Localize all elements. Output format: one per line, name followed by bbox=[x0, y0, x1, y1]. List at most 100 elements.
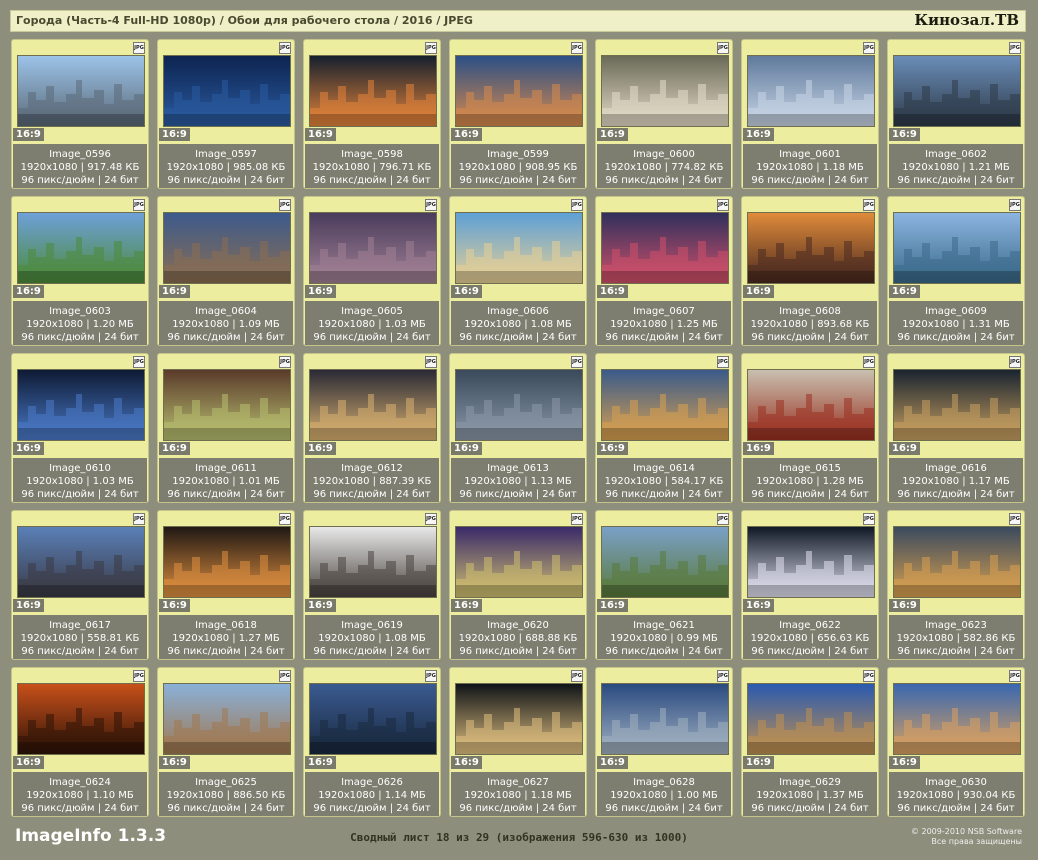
thumbnail-tile[interactable]: JPG 16:9 Image_0623 1920x1080 | 582.86 КБ 96… bbox=[887, 510, 1025, 660]
thumbnail-tile[interactable]: JPG 16:9 Image_0597 1920x1080 | 985.08 КБ 96… bbox=[157, 39, 295, 189]
thumbnail-image[interactable] bbox=[163, 526, 291, 598]
thumbnail-image[interactable] bbox=[747, 526, 875, 598]
thumbnail-tile[interactable]: JPG 16:9 Image_0630 1920x1080 | 930.04 КБ 96… bbox=[887, 667, 1025, 817]
thumbnail-tile[interactable]: JPG 16:9 Image_0628 1920x1080 | 1.00 МБ 96 п… bbox=[595, 667, 733, 817]
thumbnail-tile[interactable]: JPG 16:9 Image_0600 1920x1080 | 774.82 КБ 96… bbox=[595, 39, 733, 189]
thumbnail-tile[interactable]: JPG 16:9 Image_0620 1920x1080 | 688.88 КБ 96… bbox=[449, 510, 587, 660]
thumbnail-image[interactable] bbox=[893, 55, 1021, 127]
image-dpi: 96 пикс/дюйм | 24 бит bbox=[21, 803, 139, 814]
thumbnail-image[interactable] bbox=[455, 683, 583, 755]
thumbnail-image[interactable] bbox=[601, 55, 729, 127]
image-dimensions: 1920x1080 | 1.09 МБ bbox=[172, 319, 280, 330]
image-dpi: 96 пикс/дюйм | 24 бит bbox=[167, 646, 285, 657]
thumbnail-image[interactable] bbox=[747, 55, 875, 127]
thumbnail-tile[interactable]: JPG 16:9 Image_0599 1920x1080 | 908.95 КБ 96… bbox=[449, 39, 587, 189]
thumbnail-tile[interactable]: JPG 16:9 Image_0616 1920x1080 | 1.17 МБ 96 п… bbox=[887, 353, 1025, 503]
thumbnail-image[interactable] bbox=[17, 683, 145, 755]
image-dpi: 96 пикс/дюйм | 24 бит bbox=[751, 803, 869, 814]
thumbnail-image[interactable] bbox=[747, 212, 875, 284]
thumbnail-tile[interactable]: JPG 16:9 Image_0603 1920x1080 | 1.20 МБ 96 п… bbox=[11, 196, 149, 346]
thumbnail-image[interactable] bbox=[309, 369, 437, 441]
thumbnail-tile[interactable]: JPG 16:9 Image_0621 1920x1080 | 0.99 МБ 96 п… bbox=[595, 510, 733, 660]
thumbnail-tile[interactable]: JPG 16:9 Image_0625 1920x1080 | 886.50 КБ 96… bbox=[157, 667, 295, 817]
thumbnail-tile[interactable]: JPG 16:9 Image_0617 1920x1080 | 558.81 КБ 96… bbox=[11, 510, 149, 660]
thumbnail-tile[interactable]: JPG 16:9 Image_0604 1920x1080 | 1.09 МБ 96 п… bbox=[157, 196, 295, 346]
thumbnail-image[interactable] bbox=[17, 55, 145, 127]
aspect-ratio-badge: 16:9 bbox=[743, 599, 774, 612]
thumbnail-tile[interactable]: JPG 16:9 Image_0627 1920x1080 | 1.18 МБ 96 п… bbox=[449, 667, 587, 817]
thumbnail-tile[interactable]: JPG 16:9 Image_0598 1920x1080 | 796.71 КБ 96… bbox=[303, 39, 441, 189]
thumbnail-image[interactable] bbox=[455, 55, 583, 127]
thumbnail-image[interactable] bbox=[163, 683, 291, 755]
thumbnail-village-clouds-picture bbox=[602, 527, 728, 597]
thumbnail-tile[interactable]: JPG 16:9 Image_0613 1920x1080 | 1.13 МБ 96 п… bbox=[449, 353, 587, 503]
thumbnail-tile[interactable]: JPG 16:9 Image_0607 1920x1080 | 1.25 МБ 96 п… bbox=[595, 196, 733, 346]
thumbnail-street-night-picture bbox=[164, 527, 290, 597]
thumbnail-image[interactable] bbox=[747, 683, 875, 755]
thumbnail-tile[interactable]: JPG 16:9 Image_0606 1920x1080 | 1.08 МБ 96 п… bbox=[449, 196, 587, 346]
thumbnail-image[interactable] bbox=[163, 212, 291, 284]
thumbnail-image[interactable] bbox=[17, 526, 145, 598]
thumbnail-image[interactable] bbox=[455, 212, 583, 284]
thumbnail-image[interactable] bbox=[17, 212, 145, 284]
image-name: Image_0618 bbox=[195, 620, 257, 631]
thumbnail-image[interactable] bbox=[893, 526, 1021, 598]
thumbnail-image[interactable] bbox=[455, 526, 583, 598]
thumbnail-tile[interactable]: JPG 16:9 Image_0624 1920x1080 | 1.10 МБ 96 п… bbox=[11, 667, 149, 817]
aspect-ratio-badge: 16:9 bbox=[159, 599, 190, 612]
thumbnail-image[interactable] bbox=[309, 212, 437, 284]
thumbnail-tile[interactable]: JPG 16:9 Image_0618 1920x1080 | 1.27 МБ 96 п… bbox=[157, 510, 295, 660]
thumbnail-tile[interactable]: JPG 16:9 Image_0629 1920x1080 | 1.37 МБ 96 п… bbox=[741, 667, 879, 817]
thumbnail-image[interactable] bbox=[309, 55, 437, 127]
thumbnail-tile[interactable]: JPG 16:9 Image_0610 1920x1080 | 1.03 МБ 96 п… bbox=[11, 353, 149, 503]
thumbnail-image[interactable] bbox=[601, 526, 729, 598]
thumbnail-waterfront-picture bbox=[894, 213, 1020, 283]
thumbnail-tile[interactable]: JPG 16:9 Image_0626 1920x1080 | 1.14 МБ 96 п… bbox=[303, 667, 441, 817]
thumbnail-image[interactable] bbox=[163, 369, 291, 441]
thumbnail-image[interactable] bbox=[17, 369, 145, 441]
thumbnail-image[interactable] bbox=[601, 683, 729, 755]
image-info: Image_0604 1920x1080 | 1.09 МБ 96 пикс/дюй… bbox=[159, 301, 293, 345]
image-dpi: 96 пикс/дюйм | 24 бит bbox=[897, 332, 1015, 343]
image-dimensions: 1920x1080 | 1.17 МБ bbox=[902, 476, 1010, 487]
thumbnail-image[interactable] bbox=[309, 526, 437, 598]
thumbnail-tile[interactable]: JPG 16:9 Image_0596 1920x1080 | 917.48 КБ 96… bbox=[11, 39, 149, 189]
thumbnail-tile[interactable]: JPG 16:9 Image_0601 1920x1080 | 1.18 МБ 96 п… bbox=[741, 39, 879, 189]
thumbnail-image[interactable] bbox=[893, 683, 1021, 755]
aspect-ratio-badge: 16:9 bbox=[13, 128, 44, 141]
thumbnail-tile[interactable]: JPG 16:9 Image_0619 1920x1080 | 1.08 МБ 96 п… bbox=[303, 510, 441, 660]
thumbnail-tile[interactable]: JPG 16:9 Image_0608 1920x1080 | 893.68 КБ 96… bbox=[741, 196, 879, 346]
thumbnail-tile[interactable]: JPG 16:9 Image_0622 1920x1080 | 656.63 КБ 96… bbox=[741, 510, 879, 660]
jpg-file-icon: JPG bbox=[133, 513, 145, 525]
thumbnail-image[interactable] bbox=[893, 369, 1021, 441]
jpg-file-icon: JPG bbox=[133, 670, 145, 682]
image-info: Image_0609 1920x1080 | 1.31 МБ 96 пикс/дюй… bbox=[889, 301, 1023, 345]
thumbnail-tile[interactable]: JPG 16:9 Image_0602 1920x1080 | 1.21 МБ 96 п… bbox=[887, 39, 1025, 189]
header-bar: Города (Часть-4 Full-HD 1080p) / Обои дл… bbox=[10, 10, 1026, 32]
thumbnail-image[interactable] bbox=[893, 212, 1021, 284]
image-dpi: 96 пикс/дюйм | 24 бит bbox=[605, 803, 723, 814]
copyright-line-2: Все права защищены bbox=[931, 837, 1022, 846]
thumbnail-image[interactable] bbox=[309, 683, 437, 755]
image-info: Image_0602 1920x1080 | 1.21 МБ 96 пикс/дюй… bbox=[889, 144, 1023, 188]
thumbnail-tile[interactable]: JPG 16:9 Image_0605 1920x1080 | 1.03 МБ 96 п… bbox=[303, 196, 441, 346]
thumbnail-palace-blue-picture bbox=[748, 684, 874, 754]
thumbnail-image[interactable] bbox=[601, 369, 729, 441]
thumbnail-tile[interactable]: JPG 16:9 Image_0609 1920x1080 | 1.31 МБ 96 п… bbox=[887, 196, 1025, 346]
aspect-ratio-badge: 16:9 bbox=[597, 285, 628, 298]
image-info: Image_0600 1920x1080 | 774.82 КБ 96 пикс/д… bbox=[597, 144, 731, 188]
jpg-file-icon: JPG bbox=[133, 356, 145, 368]
thumbnail-tile[interactable]: JPG 16:9 Image_0615 1920x1080 | 1.28 МБ 96 п… bbox=[741, 353, 879, 503]
thumbnail-image[interactable] bbox=[455, 369, 583, 441]
image-dpi: 96 пикс/дюйм | 24 бит bbox=[459, 332, 577, 343]
image-dimensions: 1920x1080 | 917.48 КБ bbox=[20, 162, 140, 173]
jpg-file-icon: JPG bbox=[133, 42, 145, 54]
thumbnail-image[interactable] bbox=[747, 369, 875, 441]
thumbnail-tile[interactable]: JPG 16:9 Image_0611 1920x1080 | 1.01 МБ 96 п… bbox=[157, 353, 295, 503]
thumbnail-tile[interactable]: JPG 16:9 Image_0614 1920x1080 | 584.17 КБ 96… bbox=[595, 353, 733, 503]
thumbnail-tile[interactable]: JPG 16:9 Image_0612 1920x1080 | 887.39 КБ 96… bbox=[303, 353, 441, 503]
aspect-ratio-badge: 16:9 bbox=[597, 599, 628, 612]
thumbnail-image[interactable] bbox=[601, 212, 729, 284]
thumbnail-image[interactable] bbox=[163, 55, 291, 127]
image-dimensions: 1920x1080 | 558.81 КБ bbox=[20, 633, 140, 644]
